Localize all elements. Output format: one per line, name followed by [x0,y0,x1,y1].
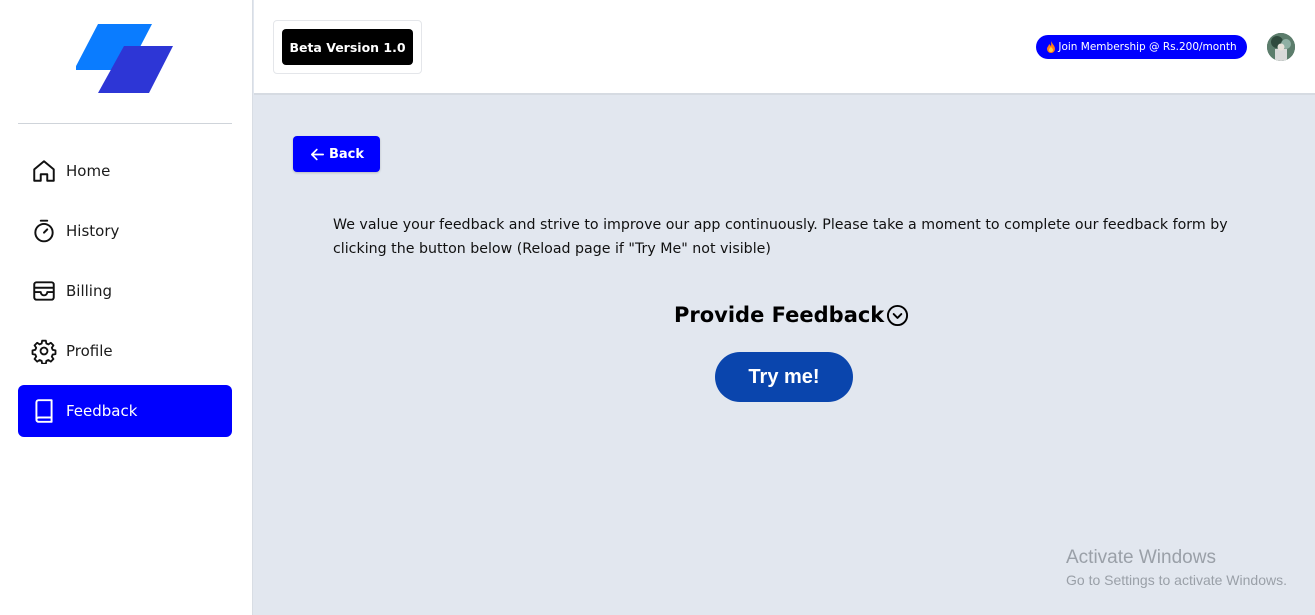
beta-badge-container: Beta Version 1.0 [273,20,422,74]
feedback-message: We value your feedback and strive to imp… [333,217,1228,257]
windows-activation-watermark: Activate Windows Go to Settings to activ… [1066,547,1287,591]
watermark-subtitle: Go to Settings to activate Windows. [1066,572,1287,588]
sidebar-item-profile[interactable]: Profile [18,325,232,377]
back-button[interactable]: Back [293,136,380,172]
sidebar-item-home[interactable]: Home [18,145,232,197]
join-membership-button[interactable]: Join Membership @ Rs.200/month [1036,35,1247,59]
sidebar-item-history[interactable]: History [18,205,232,257]
back-label: Back [328,146,365,162]
wallet-icon [31,278,57,304]
sidebar-item-label: History [66,222,120,240]
sidebar-item-feedback[interactable]: Feedback [18,385,232,437]
chevron-down-circle-icon [887,304,909,326]
feedback-title-text: Provide Feedback [674,303,885,327]
top-header: Beta Version 1.0 Join Membership @ Rs.20… [254,0,1315,95]
avatar[interactable] [1267,33,1295,61]
app-logo[interactable] [76,24,176,96]
fire-icon [1047,41,1056,53]
sidebar-item-label: Home [66,162,111,180]
sidebar-item-label: Profile [66,342,113,360]
sidebar-item-billing[interactable]: Billing [18,265,232,317]
sidebar-nav: Home History Billing Profile Feedback [18,145,232,445]
home-icon [31,158,57,184]
sidebar: Home History Billing Profile Feedback [0,0,253,615]
book-icon [31,398,57,424]
gear-icon [31,338,57,364]
provide-feedback-heading[interactable]: Provide Feedback [674,303,909,327]
sidebar-divider [18,123,232,124]
sidebar-item-label: Feedback [66,402,138,420]
try-me-button[interactable]: Try me! [715,352,853,402]
watermark-title: Activate Windows [1066,547,1216,568]
stopwatch-icon [31,218,57,244]
membership-label: Join Membership @ Rs.200/month [1058,41,1237,53]
beta-version-badge: Beta Version 1.0 [282,29,413,65]
arrow-left-icon [310,148,324,160]
sidebar-item-label: Billing [66,282,112,300]
